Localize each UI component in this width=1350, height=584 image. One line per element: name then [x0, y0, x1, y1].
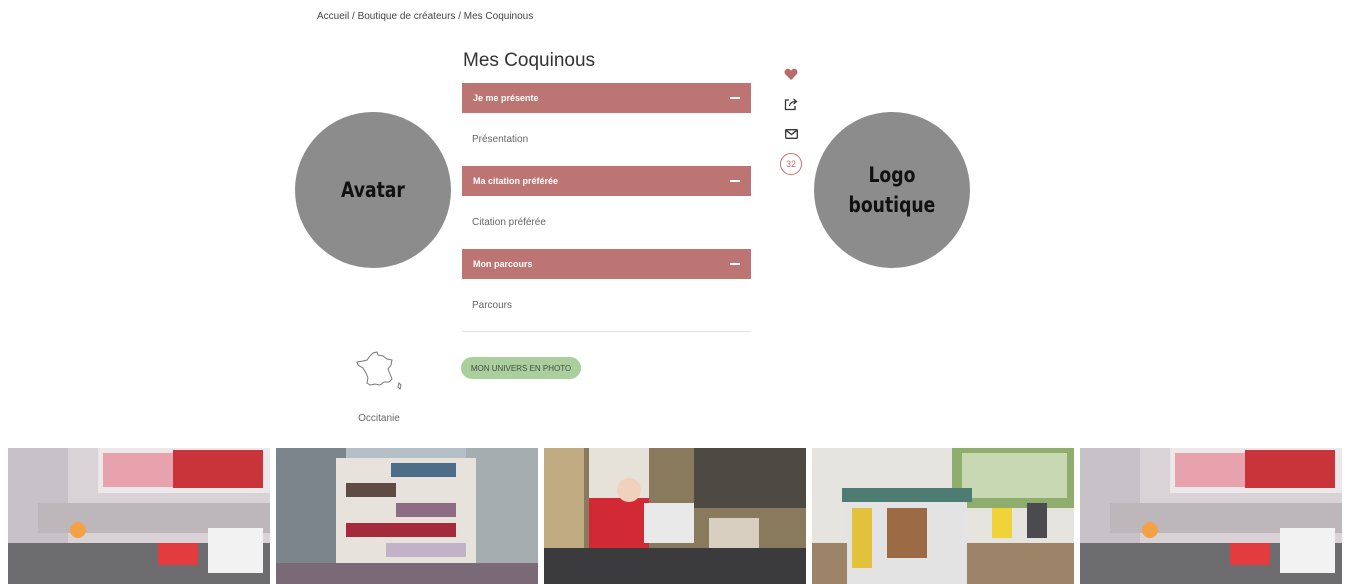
share-icon[interactable]: [780, 93, 802, 115]
shop-logo-label: Logo boutique: [849, 160, 936, 221]
avatar-label: Avatar: [341, 177, 405, 202]
logo-line-1: Logo: [868, 162, 916, 187]
accordion-body-citation: Citation préférée: [462, 196, 751, 249]
accordion-header-label: Ma citation préférée: [473, 176, 559, 186]
accordion-header-label: Mon parcours: [473, 259, 533, 269]
gallery-photo[interactable]: [8, 448, 270, 584]
accordion-body-presentation: Présentation: [462, 113, 751, 166]
shop-title: Mes Coquinous: [463, 50, 596, 71]
collapse-icon[interactable]: [730, 263, 740, 265]
heart-icon[interactable]: [780, 63, 802, 85]
gallery-photo[interactable]: [1080, 448, 1342, 584]
shop-logo: Logo boutique: [814, 112, 970, 268]
accordion-header-parcours[interactable]: Mon parcours: [462, 249, 751, 279]
accordion-parcours: Mon parcours Parcours: [462, 249, 751, 332]
accordion-body-parcours: Parcours: [462, 279, 751, 332]
breadcrumb[interactable]: Accueil / Boutique de créateurs / Mes Co…: [317, 11, 533, 22]
gallery-photo[interactable]: [276, 448, 538, 584]
action-icons: 32: [780, 63, 802, 175]
gallery-photo[interactable]: [812, 448, 1074, 584]
logo-line-2: boutique: [848, 193, 936, 217]
mon-univers-en-photo-button[interactable]: MON UNIVERS EN PHOTO: [461, 357, 581, 379]
divider: [462, 331, 751, 332]
accordion-citation: Ma citation préférée Citation préférée: [462, 166, 751, 249]
accordion-body-text: Parcours: [472, 300, 513, 311]
photo-gallery: [8, 448, 1342, 584]
accordion-header-label: Je me présente: [473, 93, 539, 103]
gallery-photo[interactable]: [544, 448, 806, 584]
collapse-icon[interactable]: [730, 97, 740, 99]
collapse-icon[interactable]: [730, 180, 740, 182]
accordion-header-presentation[interactable]: Je me présente: [462, 83, 751, 113]
accordion-body-text: Présentation: [472, 134, 529, 145]
france-map-icon: [356, 351, 402, 390]
envelope-icon[interactable]: [780, 123, 802, 145]
accordion-body-text: Citation préférée: [472, 217, 546, 228]
accordion-header-citation[interactable]: Ma citation préférée: [462, 166, 751, 196]
region-map: [347, 350, 411, 397]
count-badge: 32: [780, 153, 802, 175]
accordion-presentation: Je me présente Présentation: [462, 83, 751, 166]
region-label: Occitanie: [358, 413, 400, 424]
avatar: Avatar: [295, 112, 451, 268]
